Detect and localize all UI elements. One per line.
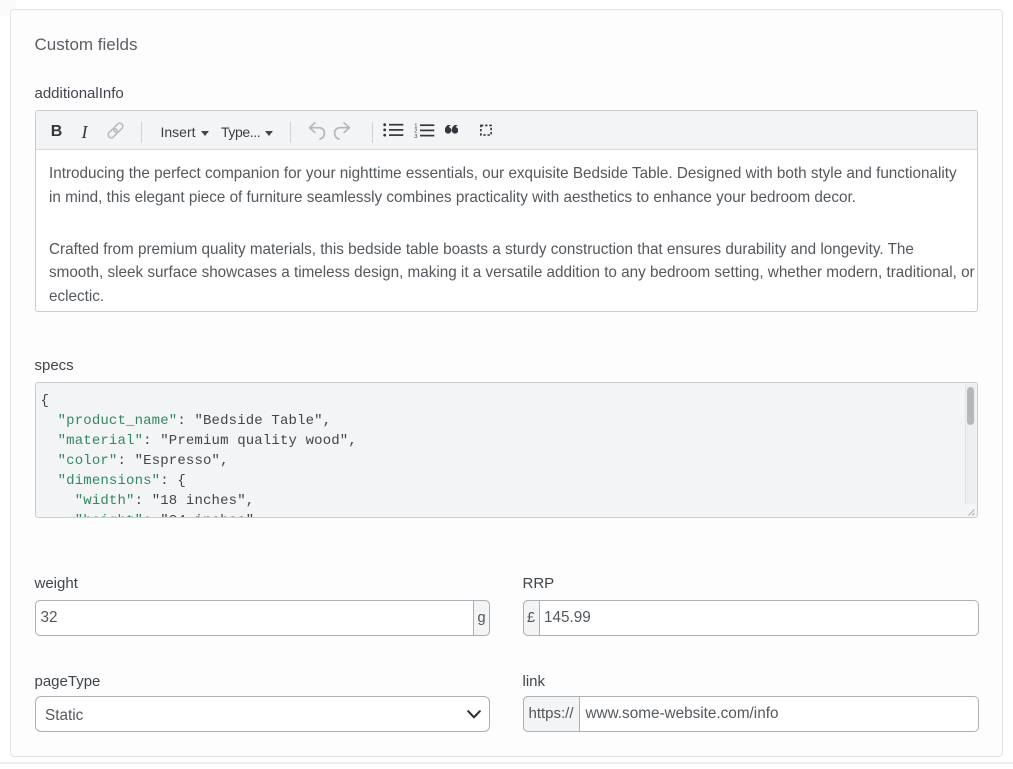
- svg-text:3: 3: [414, 134, 417, 139]
